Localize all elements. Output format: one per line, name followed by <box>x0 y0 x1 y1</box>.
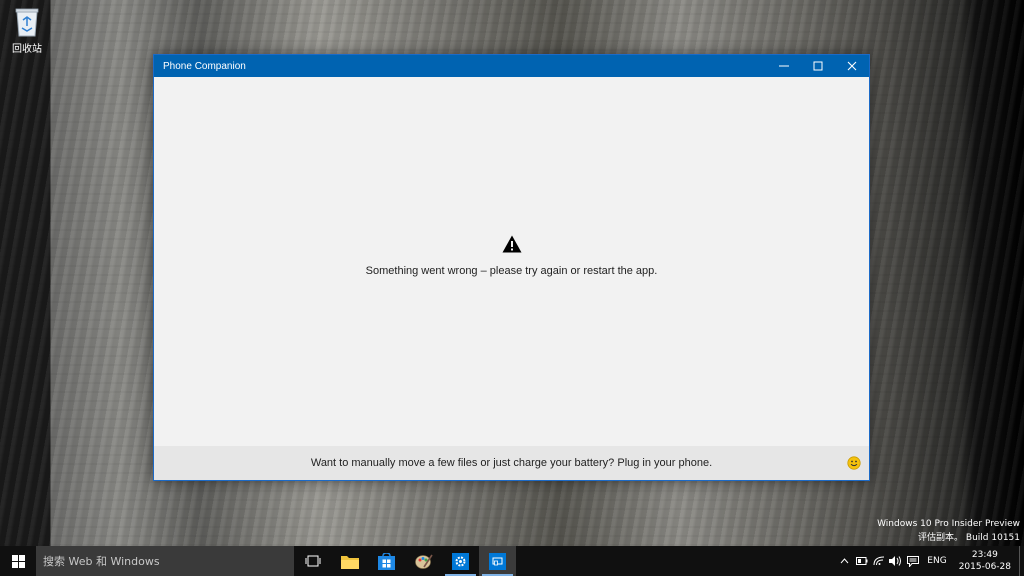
footer-message: Want to manually move a few files or jus… <box>310 457 713 469</box>
show-desktop-button[interactable] <box>1019 546 1024 576</box>
phone-companion-window: Phone Companion Something went wrong – p… <box>153 54 870 481</box>
error-message: Something went wrong – please try again … <box>365 265 658 277</box>
windows-logo-icon <box>11 554 25 568</box>
paint-icon <box>414 554 433 569</box>
recycle-bin[interactable]: 回收站 <box>6 6 48 55</box>
os-watermark: Windows 10 Pro Insider Preview 评估副本。 Bui… <box>877 517 1020 545</box>
taskbar: 搜索 Web 和 Windows ENG 23:49 2015-06-28 <box>0 546 1024 576</box>
notification-icon <box>906 555 919 567</box>
close-icon <box>847 61 857 71</box>
system-tray: ENG 23:49 2015-06-28 <box>836 546 1024 576</box>
start-button[interactable] <box>0 546 36 576</box>
chevron-up-icon <box>840 558 849 564</box>
clock-date: 2015-06-28 <box>958 562 1011 572</box>
settings-icon <box>452 552 469 570</box>
footer-bar: Want to manually move a few files or jus… <box>154 446 869 480</box>
search-box[interactable]: 搜索 Web 和 Windows <box>36 546 294 576</box>
task-view-icon <box>305 555 320 567</box>
error-panel: Something went wrong – please try again … <box>154 77 869 447</box>
minimize-button[interactable] <box>767 55 801 77</box>
watermark-edition: Windows 10 Pro Insider Preview <box>877 519 1020 529</box>
task-view-button[interactable] <box>294 546 331 576</box>
recycle-bin-label: 回收站 <box>12 44 42 55</box>
watermark-build: 评估副本。 Build 10151 <box>918 533 1020 543</box>
volume-button[interactable] <box>887 556 904 566</box>
wifi-icon <box>873 556 884 566</box>
clock[interactable]: 23:49 2015-06-28 <box>953 549 1019 573</box>
window-controls <box>767 55 869 77</box>
network-button[interactable] <box>870 556 887 566</box>
volume-icon <box>889 556 902 566</box>
battery-icon <box>855 557 868 565</box>
search-placeholder: 搜索 Web 和 Windows <box>43 555 160 568</box>
battery-button[interactable] <box>853 557 870 565</box>
action-center-button[interactable] <box>904 555 921 567</box>
smiley-icon[interactable] <box>847 456 861 470</box>
window-title: Phone Companion <box>163 60 246 72</box>
title-bar[interactable]: Phone Companion <box>154 55 869 77</box>
taskbar-apps <box>294 546 516 576</box>
file-explorer-icon <box>340 555 359 569</box>
settings-button[interactable] <box>442 546 479 576</box>
show-hidden-icons-button[interactable] <box>836 558 853 564</box>
maximize-button[interactable] <box>801 55 835 77</box>
input-language[interactable]: ENG <box>921 556 952 566</box>
minimize-icon <box>779 65 789 67</box>
warning-icon <box>502 235 521 253</box>
close-button[interactable] <box>835 55 869 77</box>
paint-button[interactable] <box>405 546 442 576</box>
maximize-icon <box>813 61 823 71</box>
clock-time: 23:49 <box>971 550 998 560</box>
store-icon <box>378 552 395 570</box>
recycle-bin-icon <box>15 8 39 37</box>
phone-companion-taskbar-button[interactable] <box>479 546 516 576</box>
phone-companion-icon <box>489 552 506 570</box>
file-explorer-button[interactable] <box>331 546 368 576</box>
store-button[interactable] <box>368 546 405 576</box>
